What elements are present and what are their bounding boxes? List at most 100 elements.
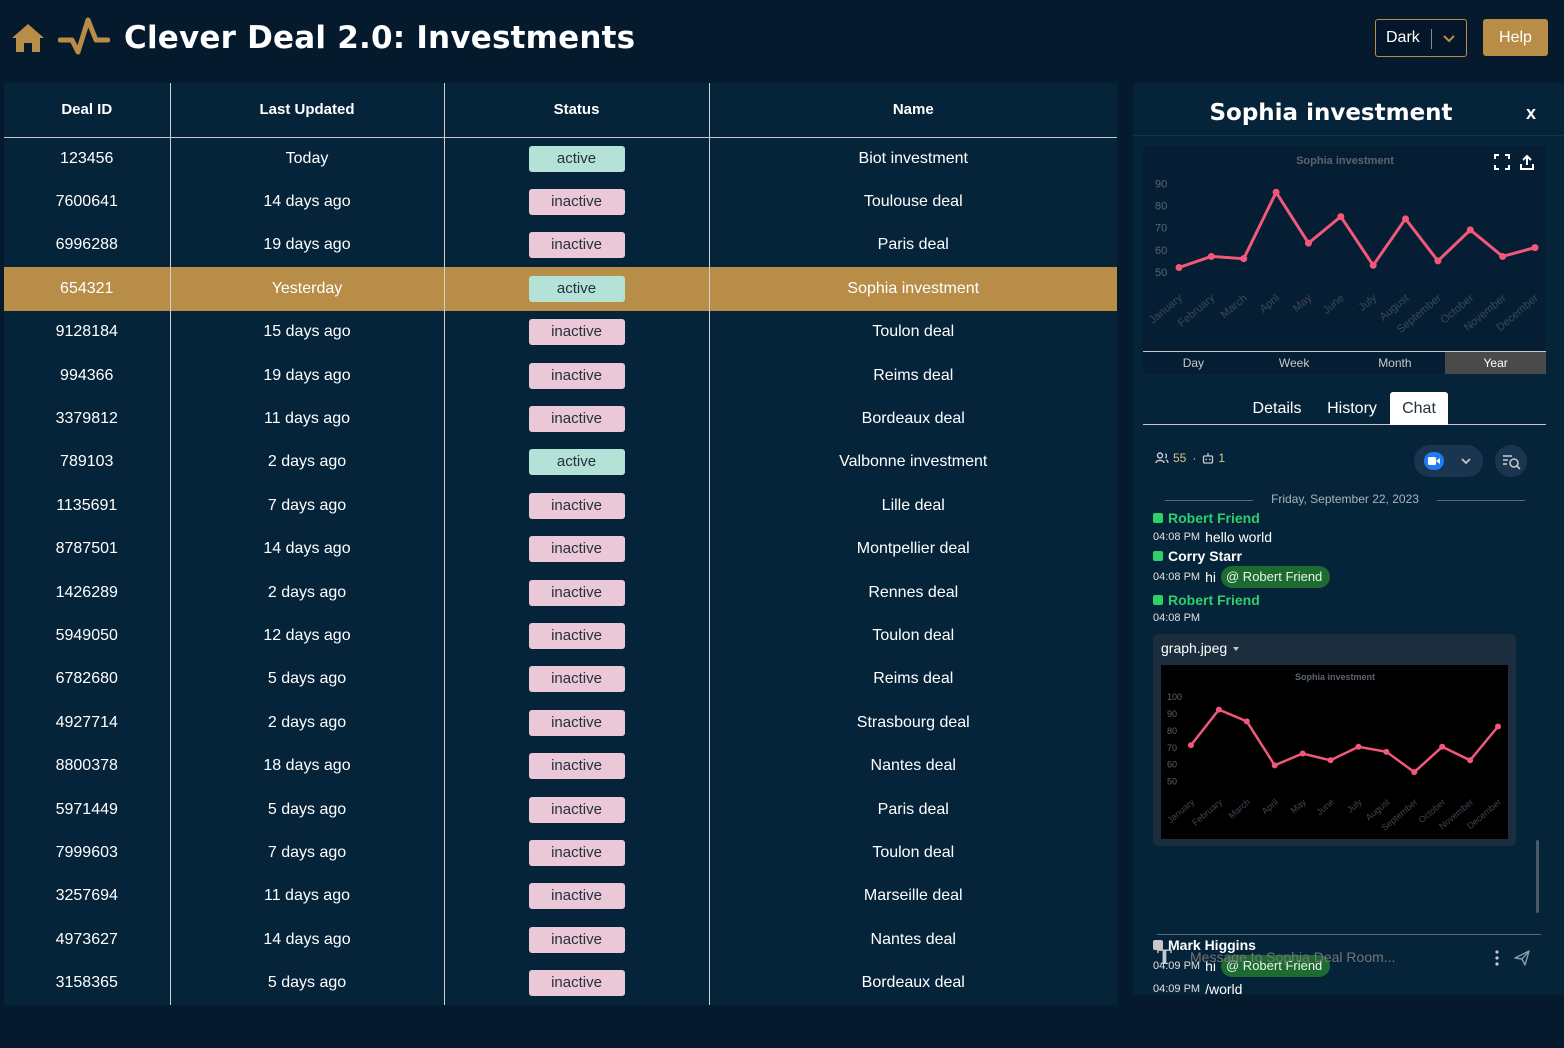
column-header-last-updated[interactable]: Last Updated [169,83,444,138]
table-row[interactable]: 7999603 7 days ago inactive Toulon deal [4,831,1117,875]
table-row[interactable]: 3158365 5 days ago inactive Bordeaux deal [4,961,1117,1005]
y-tick-label: 80 [1167,726,1177,736]
meta-separator: · [1192,451,1197,465]
attached-line-chart: Sophia investment5060708090100JanuaryFeb… [1165,672,1503,833]
attachment-image[interactable]: Sophia investment 50 60 70 80 90 100 January Feb… [1161,665,1508,839]
status-cell: inactive [443,701,709,745]
table-row[interactable]: 5949050 12 days ago inactive Toulon deal [4,614,1117,658]
table-row[interactable]: 3379812 11 days ago inactive Bordeaux deal [4,397,1117,441]
column-header-name[interactable]: Name [708,83,1117,138]
last-updated-cell: 7 days ago [169,484,444,528]
send-icon[interactable] [1513,949,1531,967]
more-options-icon[interactable] [1493,949,1501,967]
divider [1133,135,1564,136]
data-point [1271,762,1278,769]
deal-name-cell: Montpellier deal [708,527,1117,571]
message-author[interactable]: Robert Friend [1153,592,1260,608]
x-tick-label: February [1176,292,1218,330]
table-row[interactable]: 8787501 14 days ago inactive Montpellier de… [4,527,1117,571]
y-tick-label: 70 [1155,223,1167,235]
status-badge: inactive [528,753,625,780]
deal-name-cell: Strasbourg deal [708,701,1117,745]
last-updated-cell: Yesterday [169,267,444,311]
deal-name-cell: Valbonne investment [708,440,1117,485]
data-point [1272,188,1280,196]
table-row[interactable]: 6782680 5 days ago inactive Reims deal [4,657,1117,702]
message-author[interactable]: Robert Friend [1153,510,1260,526]
status-cell: active [443,440,709,485]
deal-id-cell: 4927714 [55,713,118,731]
table-row[interactable]: 6996288 19 days ago inactive Paris deal [4,223,1117,268]
last-updated-cell: 14 days ago [169,918,444,962]
status-cell: inactive [443,397,709,441]
home-icon[interactable] [10,22,46,54]
image-attachment[interactable]: graph.jpeg Sophia investment 50 60 70 80 90 10… [1153,634,1516,846]
message-input[interactable] [1190,949,1480,965]
column-header-deal-id[interactable]: Deal ID [4,83,170,138]
data-point [1466,226,1474,234]
search-list-icon[interactable] [1495,445,1527,477]
chat-messages: Friday, September 22, 2023 Robert Friend… [1143,488,1543,997]
close-button[interactable]: x [1526,103,1536,124]
status-cell: inactive [443,614,709,658]
tab-details[interactable]: Details [1243,392,1311,425]
table-row[interactable]: 5971449 5 days ago inactive Paris deal [4,787,1117,832]
theme-select[interactable]: Dark [1375,19,1467,57]
table-row[interactable]: 9128184 15 days ago inactive Toulon deal [4,310,1117,354]
data-point [1175,264,1183,272]
text-format-icon[interactable]: T [1157,945,1172,969]
tab-history[interactable]: History [1319,392,1385,425]
range-tab-year[interactable]: Year [1445,352,1546,374]
y-tick-label: 60 [1155,245,1167,257]
range-tab-month[interactable]: Month [1345,352,1446,374]
status-badge: inactive [528,666,625,693]
status-cell: inactive [443,787,709,832]
deal-id-cell: 789103 [60,453,114,471]
deal-name-cell: Paris deal [708,223,1117,268]
deal-name-cell: Lille deal [708,484,1117,528]
attachment-filename[interactable]: graph.jpeg [1161,640,1241,656]
share-icon[interactable] [1519,154,1535,170]
data-point [1304,239,1312,247]
y-tick-label: 50 [1167,777,1177,787]
last-updated-cell: 11 days ago [169,874,444,919]
user-mention[interactable]: @ Robert Friend [1221,566,1331,588]
data-point [1369,261,1377,269]
message-time: 04:08 PM [1153,531,1201,543]
table-row[interactable]: 1426289 2 days ago inactive Rennes deal [4,570,1117,615]
range-tab-week[interactable]: Week [1244,352,1345,374]
last-updated-cell: 5 days ago [169,961,444,1005]
message-author[interactable]: Corry Starr [1153,548,1242,564]
series-line [1178,189,1536,269]
deal-name-cell: Toulouse deal [708,180,1117,224]
table-row[interactable]: 4973627 14 days ago inactive Nantes deal [4,918,1117,962]
deal-id-cell: 3158365 [55,974,118,992]
help-button[interactable]: Help [1483,19,1548,56]
date-separator: Friday, September 22, 2023 [1165,492,1525,506]
table-row[interactable]: 654321 Yesterday active Sophia investment [4,267,1117,311]
deal-name-cell: Biot investment [708,137,1117,181]
x-tick-label: April [1260,797,1280,816]
expand-icon[interactable] [1494,154,1510,170]
y-tick-label: 60 [1167,760,1177,770]
chat-scrollbar[interactable] [1536,840,1539,913]
column-header-status[interactable]: Status [443,83,709,138]
status-cell: inactive [443,874,709,919]
table-row[interactable]: 994366 19 days ago inactive Reims deal [4,353,1117,398]
tab-chat[interactable]: Chat [1390,392,1448,425]
range-tab-day[interactable]: Day [1143,352,1244,374]
data-point [1467,757,1474,764]
last-updated-cell: 12 days ago [169,614,444,658]
status-cell: inactive [443,353,709,398]
deal-name-cell: Toulon deal [708,614,1117,658]
table-row[interactable]: 7600641 14 days ago inactive Toulouse deal [4,180,1117,224]
members-count: 55 [1173,451,1187,465]
x-tick-label: June [1314,797,1335,817]
table-row[interactable]: 1135691 7 days ago inactive Lille deal [4,484,1117,528]
table-row[interactable]: 123456 Today active Biot investment [4,137,1117,181]
table-row[interactable]: 8800378 18 days ago inactive Nantes deal [4,744,1117,788]
table-row[interactable]: 3257694 11 days ago inactive Marseille deal [4,874,1117,919]
table-row[interactable]: 4927714 2 days ago inactive Strasbourg deal [4,701,1117,745]
video-call-button[interactable] [1414,445,1483,477]
table-row[interactable]: 789103 2 days ago active Valbonne investmen… [4,440,1117,485]
